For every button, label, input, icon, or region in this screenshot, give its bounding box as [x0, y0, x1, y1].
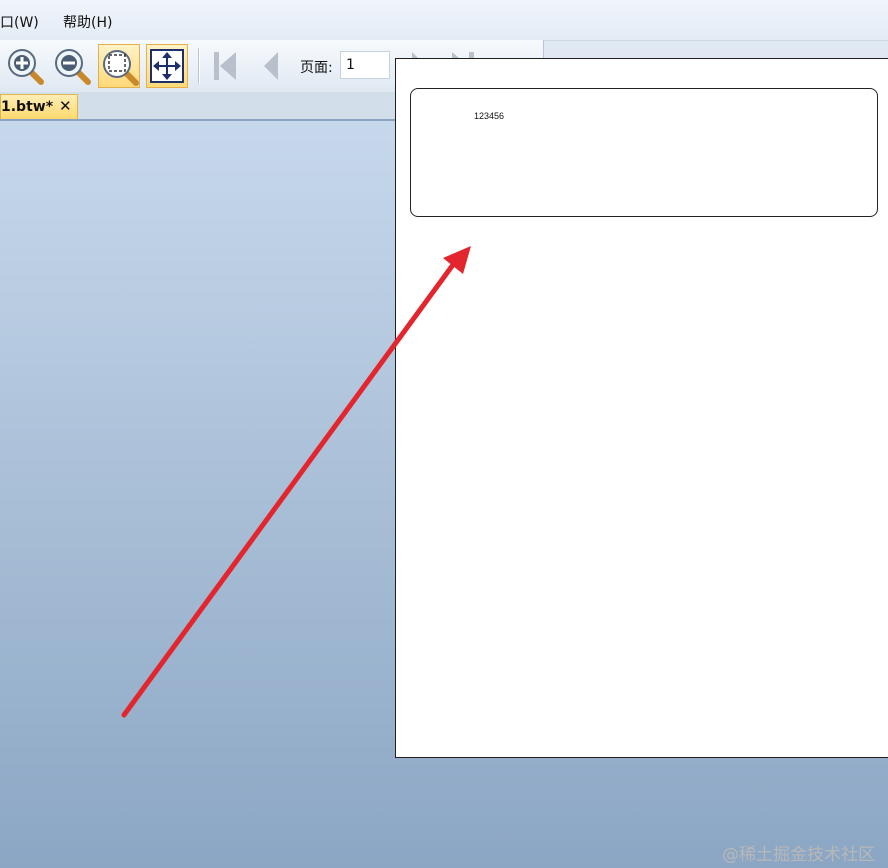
page-label: 页面:	[300, 60, 333, 76]
zoom-out-icon	[55, 49, 91, 85]
zoom-in-icon	[8, 49, 44, 85]
menu-help[interactable]: 帮助(H)	[63, 12, 112, 32]
prev-page-button[interactable]	[249, 44, 291, 88]
menu-bar: 口(W) 帮助(H)	[0, 0, 888, 41]
label-text: 123456	[474, 111, 505, 121]
toolbar-separator	[198, 48, 199, 84]
label-frame	[410, 88, 878, 217]
watermark: @稀土掘金技术社区	[722, 845, 875, 865]
document-tab-label: 1.btw*	[1, 99, 54, 115]
document-tab[interactable]: 1.btw* ✕	[0, 94, 78, 119]
close-icon[interactable]: ✕	[59, 97, 72, 115]
zoom-out-button[interactable]	[51, 44, 93, 88]
fit-to-window-button[interactable]	[146, 44, 188, 88]
first-page-button[interactable]	[203, 44, 245, 88]
menu-window[interactable]: 口(W)	[0, 12, 39, 32]
fit-to-window-icon	[150, 49, 184, 83]
zoom-selection-icon	[103, 50, 139, 86]
page-number-input[interactable]	[340, 51, 390, 79]
zoom-in-button[interactable]	[4, 44, 46, 88]
first-page-icon	[214, 52, 236, 80]
zoom-selection-button[interactable]	[98, 44, 140, 88]
prev-page-icon	[264, 52, 278, 80]
